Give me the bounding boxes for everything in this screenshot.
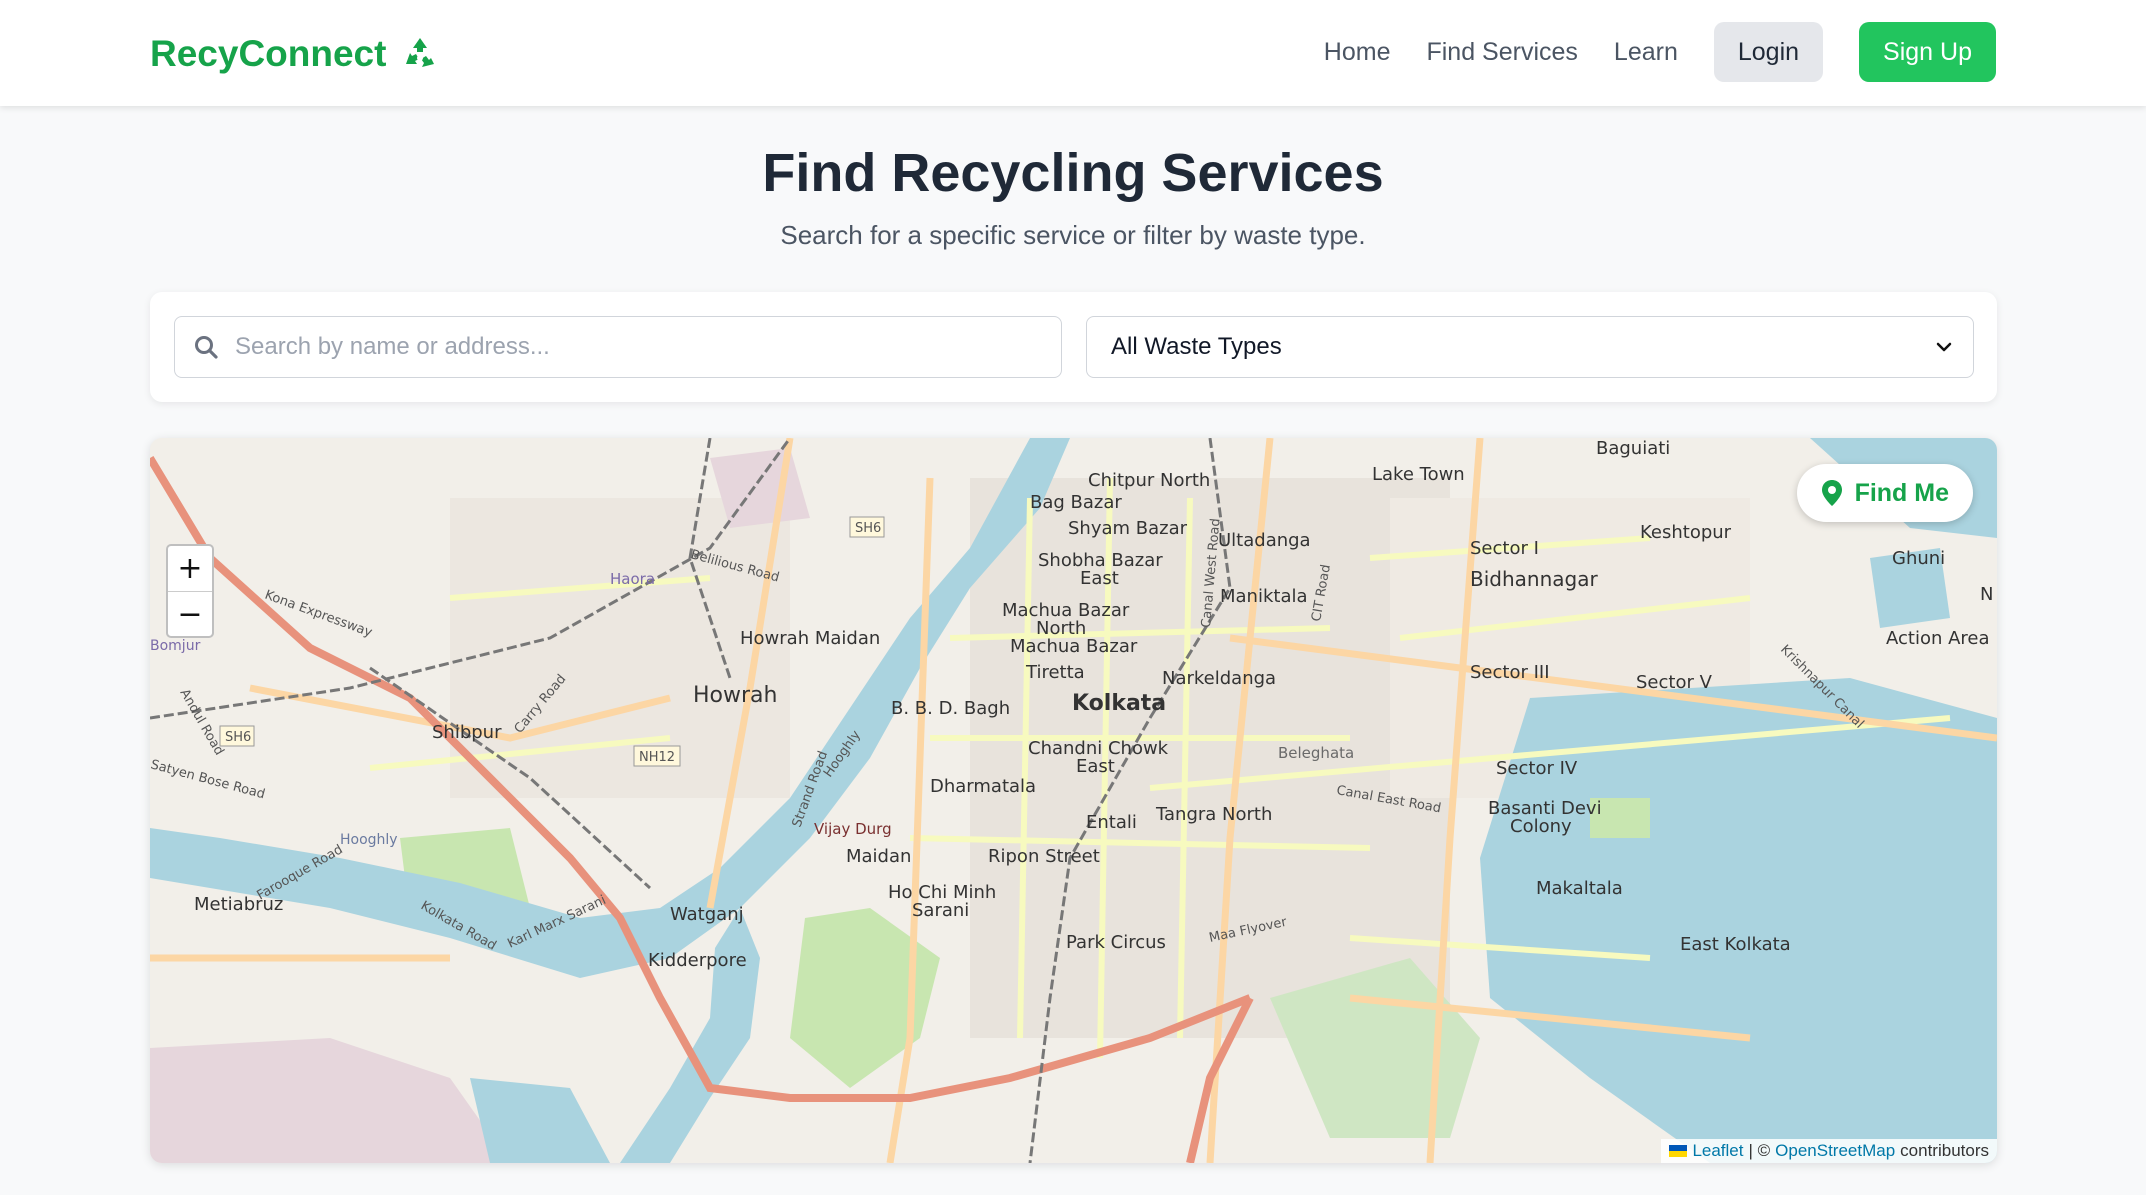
svg-text:East: East <box>1080 568 1119 589</box>
map-attribution: Leaflet | © OpenStreetMap contributors <box>1661 1139 1997 1163</box>
location-pin-icon <box>1821 480 1842 506</box>
waste-type-selected: All Waste Types <box>1111 333 1282 360</box>
login-button[interactable]: Login <box>1713 22 1824 82</box>
svg-text:Howrah: Howrah <box>693 683 777 708</box>
svg-text:N: N <box>1980 584 1993 605</box>
nav-links: Home Find Services Learn Login Sign Up <box>1324 22 1996 82</box>
svg-text:Kidderpore: Kidderpore <box>648 950 747 971</box>
svg-text:SH6: SH6 <box>225 730 251 745</box>
svg-text:Watganj: Watganj <box>670 904 744 925</box>
svg-text:Chitpur North: Chitpur North <box>1088 470 1210 491</box>
svg-text:East Kolkata: East Kolkata <box>1680 934 1791 955</box>
zoom-in-button[interactable]: + <box>168 546 212 591</box>
brand-logo[interactable]: RecyConnect <box>150 30 440 78</box>
navbar: RecyConnect Home Find Services Learn Log… <box>0 0 2146 106</box>
svg-text:Lake Town: Lake Town <box>1372 464 1465 485</box>
svg-text:Entali: Entali <box>1086 812 1137 833</box>
svg-text:Colony: Colony <box>1510 816 1572 837</box>
svg-text:Dharmatala: Dharmatala <box>930 776 1036 797</box>
svg-text:Maidan: Maidan <box>846 846 911 867</box>
search-box[interactable] <box>174 316 1062 378</box>
svg-text:Action Area: Action Area <box>1886 628 1990 649</box>
svg-text:Tiretta: Tiretta <box>1025 662 1085 683</box>
svg-text:Sector IV: Sector IV <box>1496 758 1578 779</box>
svg-text:Beleghata: Beleghata <box>1278 744 1354 762</box>
svg-text:Tangra North: Tangra North <box>1155 804 1272 825</box>
zoom-control: + − <box>166 544 214 638</box>
svg-text:East: East <box>1076 756 1115 777</box>
svg-text:Howrah Maidan: Howrah Maidan <box>740 628 880 649</box>
brand-name: RecyConnect <box>150 33 387 74</box>
map-tiles[interactable]: Baguiati Lake Town Chitpur North Bag Baz… <box>150 438 1997 1163</box>
svg-text:Sector III: Sector III <box>1470 662 1550 683</box>
svg-text:Keshtopur: Keshtopur <box>1640 522 1732 543</box>
svg-text:Kolkata: Kolkata <box>1072 691 1166 716</box>
find-me-label: Find Me <box>1854 478 1949 507</box>
svg-text:SH6: SH6 <box>855 521 881 536</box>
nav-learn-link[interactable]: Learn <box>1614 38 1678 67</box>
svg-text:Machua Bazar: Machua Bazar <box>1010 636 1138 657</box>
svg-text:Narkeldanga: Narkeldanga <box>1162 668 1276 689</box>
search-icon <box>195 336 218 359</box>
svg-text:Ripon Street: Ripon Street <box>988 846 1100 867</box>
svg-text:Shibpur: Shibpur <box>432 722 502 743</box>
svg-text:Shyam Bazar: Shyam Bazar <box>1068 518 1188 539</box>
recycle-icon <box>406 38 435 67</box>
map[interactable]: Baguiati Lake Town Chitpur North Bag Baz… <box>150 438 1997 1163</box>
waste-type-select[interactable]: All Waste Types <box>1086 316 1974 378</box>
svg-text:Haora: Haora <box>610 570 655 588</box>
svg-text:Bag Bazar: Bag Bazar <box>1030 492 1122 513</box>
nav-find-services-link[interactable]: Find Services <box>1426 38 1577 67</box>
attribution-suffix: contributors <box>1900 1141 1989 1160</box>
svg-text:Bidhannagar: Bidhannagar <box>1470 567 1598 591</box>
svg-text:Bomjur: Bomjur <box>150 638 201 654</box>
svg-text:Maniktala: Maniktala <box>1220 586 1308 607</box>
page-subtitle: Search for a specific service or filter … <box>780 220 1366 250</box>
svg-text:Hooghly: Hooghly <box>340 832 398 848</box>
svg-text:Sector V: Sector V <box>1636 672 1713 693</box>
signup-button[interactable]: Sign Up <box>1859 22 1996 82</box>
nav-home-link[interactable]: Home <box>1324 38 1391 67</box>
ukraine-flag-icon <box>1669 1145 1688 1157</box>
attribution-separator: | © <box>1748 1141 1771 1160</box>
svg-text:NH12: NH12 <box>639 750 675 765</box>
svg-text:Makaltala: Makaltala <box>1536 878 1623 899</box>
search-input[interactable] <box>235 333 1035 361</box>
svg-text:Baguiati: Baguiati <box>1596 438 1670 459</box>
filter-card: All Waste Types <box>150 292 1997 402</box>
svg-text:Sarani: Sarani <box>912 900 969 921</box>
svg-text:Park Circus: Park Circus <box>1066 932 1166 953</box>
leaflet-link[interactable]: Leaflet <box>1692 1141 1743 1161</box>
page-title: Find Recycling Services <box>762 143 1384 203</box>
svg-text:Sector I: Sector I <box>1470 538 1539 559</box>
svg-text:B. B. D. Bagh: B. B. D. Bagh <box>891 698 1010 719</box>
svg-text:Ultadanga: Ultadanga <box>1218 530 1311 551</box>
find-me-button[interactable]: Find Me <box>1796 464 1973 522</box>
svg-text:Vijay Durg: Vijay Durg <box>814 820 892 838</box>
chevron-down-icon <box>1936 342 1952 352</box>
openstreetmap-link[interactable]: OpenStreetMap <box>1775 1141 1895 1161</box>
zoom-out-button[interactable]: − <box>168 591 212 636</box>
svg-text:Ghuni: Ghuni <box>1892 548 1945 569</box>
